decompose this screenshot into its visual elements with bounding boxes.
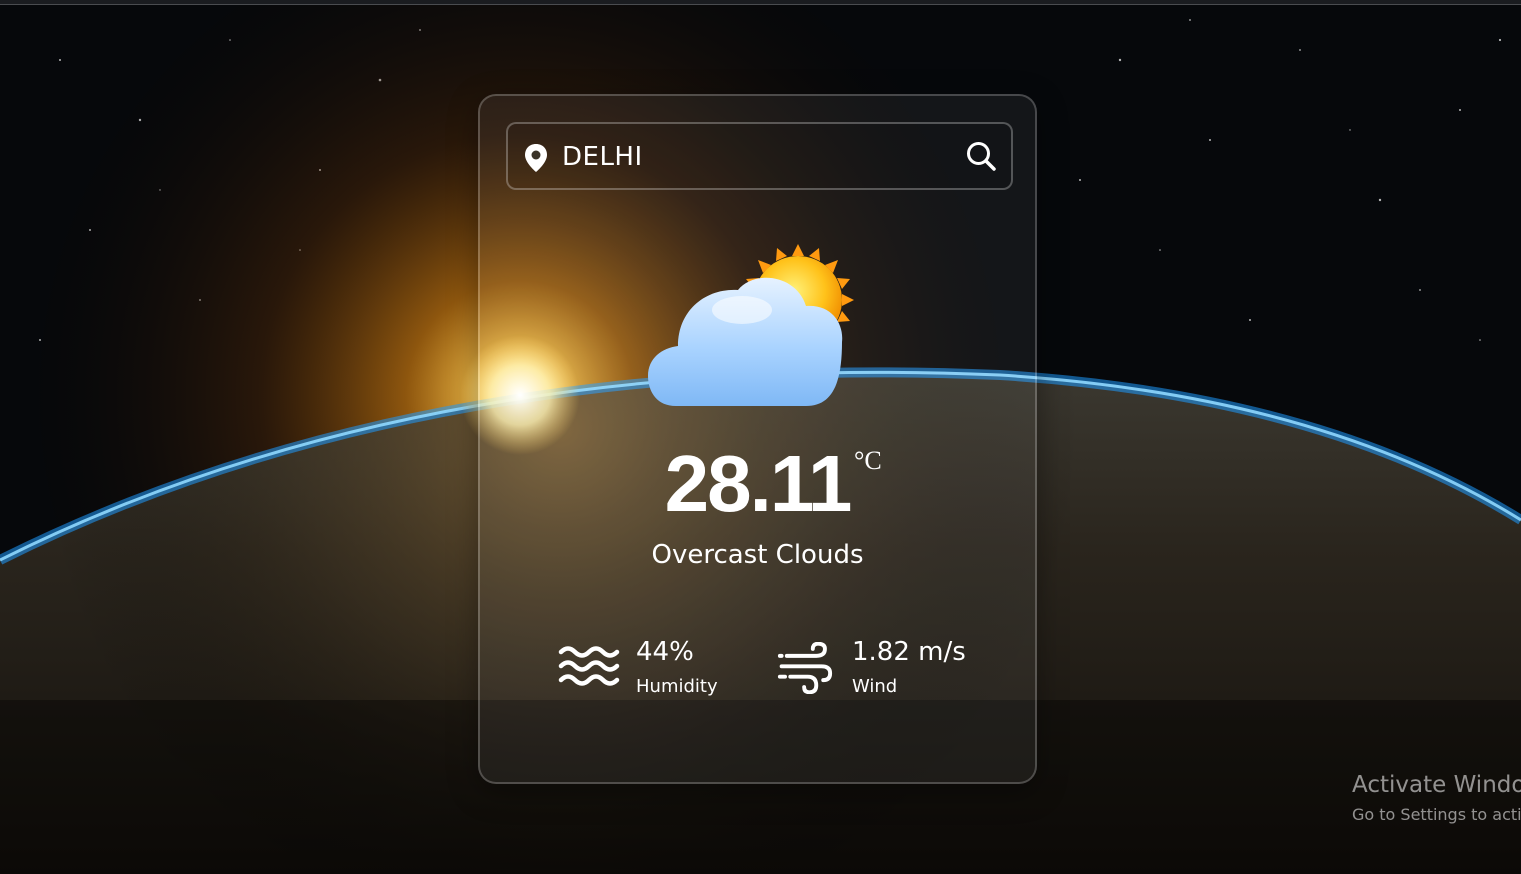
waves-icon bbox=[558, 646, 620, 686]
weather-card: 28.11 °C Overcast Clouds 44% Humidity 1.… bbox=[478, 94, 1037, 784]
activation-subtitle: Go to Settings to acti bbox=[1352, 805, 1521, 824]
wind-icon bbox=[777, 642, 833, 694]
activation-title: Activate Windo bbox=[1352, 772, 1521, 798]
cloud-sun-icon bbox=[648, 244, 854, 406]
wind-label: Wind bbox=[852, 676, 898, 697]
weather-description: Overcast Clouds bbox=[651, 540, 864, 570]
wind-value: 1.82 m/s bbox=[852, 637, 966, 667]
humidity-label: Humidity bbox=[636, 676, 718, 697]
city-search-input[interactable] bbox=[560, 136, 944, 178]
wind-stat: 1.82 m/s Wind bbox=[774, 634, 1004, 704]
map-pin-icon bbox=[525, 144, 547, 172]
temperature-value: 28.11 bbox=[664, 439, 853, 528]
search-icon[interactable] bbox=[965, 140, 997, 172]
temperature-unit: °C bbox=[854, 446, 882, 475]
window-top-edge bbox=[0, 0, 1521, 5]
windows-activation-watermark: Activate Windo Go to Settings to acti bbox=[1352, 771, 1521, 827]
temperature-display: 28.11 °C bbox=[480, 440, 1035, 528]
humidity-value: 44% bbox=[636, 637, 694, 667]
humidity-stat: 44% Humidity bbox=[558, 634, 758, 704]
search-bar bbox=[506, 122, 1013, 190]
